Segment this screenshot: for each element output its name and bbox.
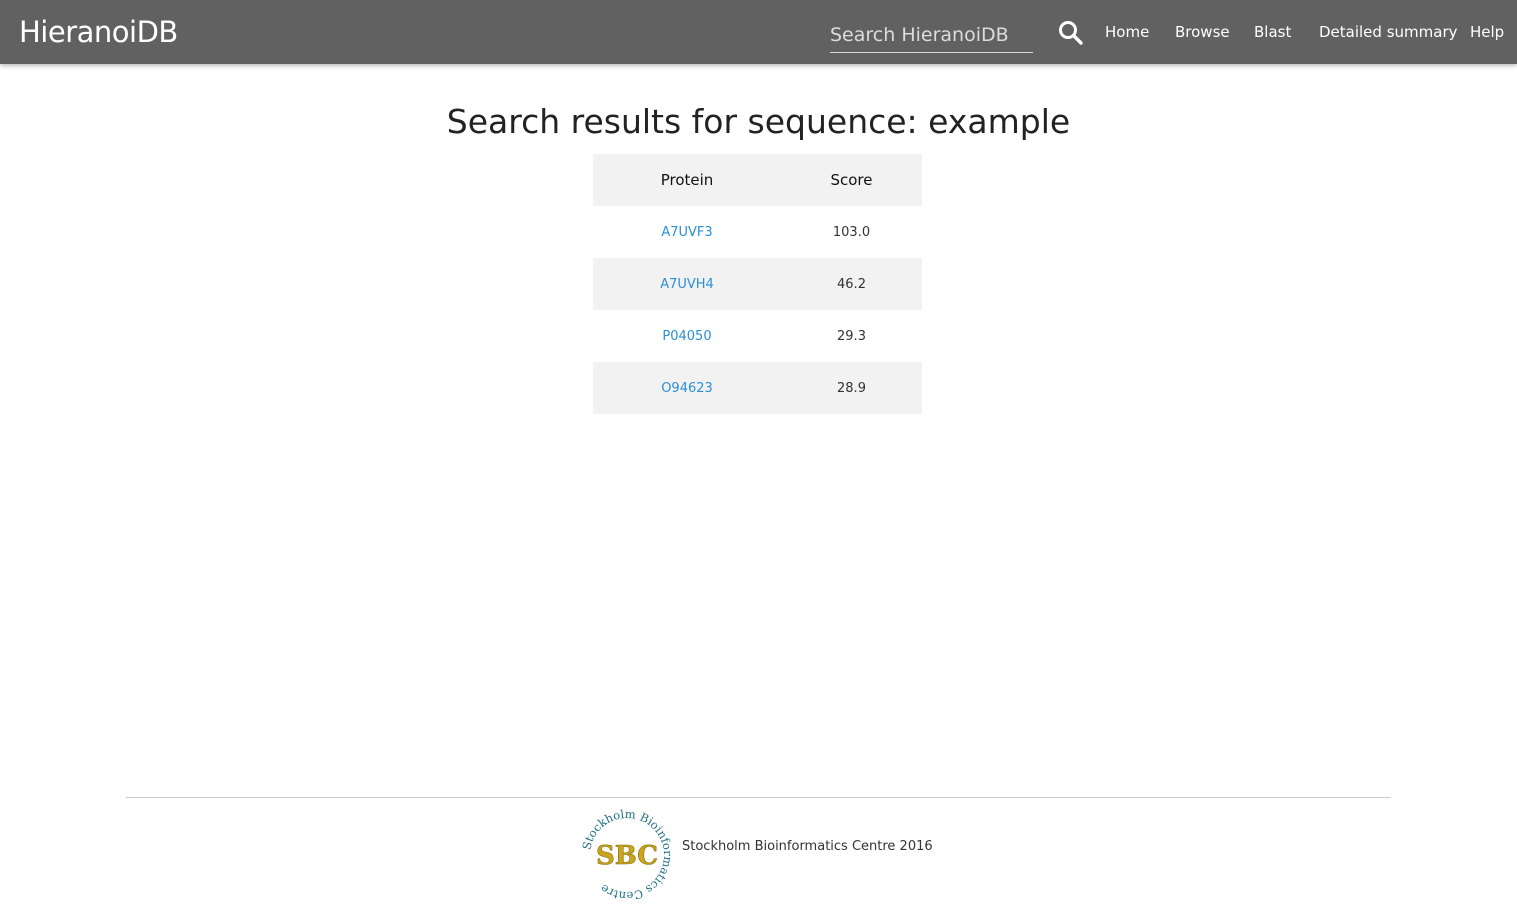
table-header-row: Protein Score	[593, 154, 922, 206]
protein-link[interactable]: A7UVF3	[661, 225, 712, 240]
protein-column-header[interactable]: Protein	[593, 154, 781, 206]
score-cell: 28.9	[781, 362, 922, 414]
protein-cell: A7UVH4	[593, 258, 781, 310]
nav-home-link[interactable]: Home	[1105, 22, 1149, 42]
table-row: O94623 28.9	[593, 362, 922, 414]
nav-detailed-summary-link[interactable]: Detailed summary	[1319, 22, 1458, 42]
search-icon[interactable]	[1058, 20, 1084, 46]
protein-link[interactable]: P04050	[662, 329, 711, 344]
table-row: A7UVH4 46.2	[593, 258, 922, 310]
protein-link[interactable]: O94623	[661, 381, 713, 396]
protein-cell: A7UVF3	[593, 206, 781, 258]
sbc-logo: Stockholm Bioinformatics Centre SBC	[579, 807, 675, 903]
top-navbar: HieranoiDB Home Browse Blast Detailed su…	[0, 0, 1517, 64]
footer-divider	[126, 797, 1391, 798]
results-table: Protein Score A7UVF3 103.0 A7UVH4 46.2 P…	[593, 154, 922, 414]
protein-cell: O94623	[593, 362, 781, 414]
protein-cell: P04050	[593, 310, 781, 362]
table-row: A7UVF3 103.0	[593, 206, 922, 258]
score-cell: 103.0	[832, 224, 871, 240]
page-title: Search results for sequence: example	[446, 102, 1071, 141]
nav-blast-link[interactable]: Blast	[1254, 22, 1291, 42]
nav-help-link[interactable]: Help	[1470, 22, 1504, 42]
logo-sbc-text: SBC	[596, 841, 658, 871]
score-cell: 46.2	[781, 258, 922, 310]
brand-logo-link[interactable]: HieranoiDB	[19, 14, 178, 50]
search-input[interactable]	[830, 18, 1033, 53]
score-cell: 29.3	[837, 328, 866, 344]
table-row: P04050 29.3	[593, 310, 922, 362]
nav-browse-link[interactable]: Browse	[1175, 22, 1230, 42]
protein-link[interactable]: A7UVH4	[660, 277, 714, 292]
footer-copyright: Stockholm Bioinformatics Centre 2016	[682, 839, 933, 854]
score-column-header[interactable]: Score	[781, 154, 922, 206]
